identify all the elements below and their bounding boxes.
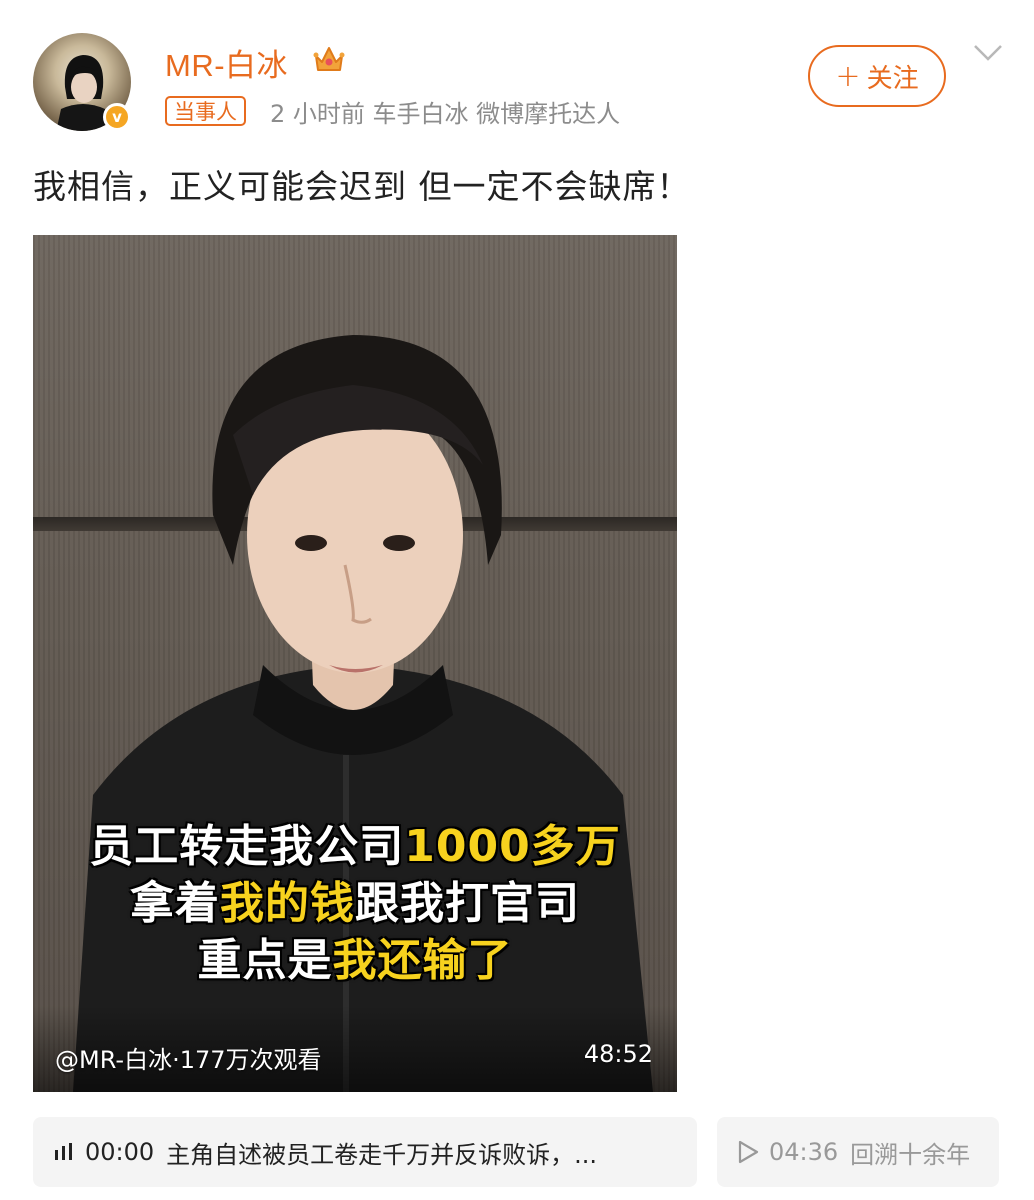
follow-label: 关注 [866, 63, 919, 94]
video-player[interactable]: 员工转走我公司1000多万 拿着我的钱跟我打官司 重点是我还输了 @MR-白冰·… [33, 235, 677, 1092]
chapter-item[interactable]: 04:36 回溯十余年 [717, 1117, 999, 1187]
play-icon [738, 1140, 759, 1164]
verified-badge-icon: v [103, 103, 131, 131]
chapter-title: 回溯十余年 [850, 1140, 971, 1169]
video-author-views: @MR-白冰·177万次观看 [55, 1046, 322, 1074]
username[interactable]: MR-白冰 [165, 40, 288, 85]
video-caption-line: 重点是我还输了 [197, 935, 513, 986]
chapter-time: 04:36 [769, 1138, 839, 1166]
video-caption-line: 员工转走我公司1000多万 [89, 821, 621, 872]
video-caption-line: 拿着我的钱跟我打官司 [130, 878, 580, 929]
chapter-time: 00:00 [85, 1138, 155, 1166]
crown-icon [313, 47, 345, 71]
post-text: 我相信，正义可能会迟到 但一定不会缺席！ [33, 167, 691, 206]
chevron-down-icon[interactable] [972, 42, 1004, 64]
post-meta: 2 小时前 车手白冰 微博摩托达人 [270, 100, 621, 128]
follow-button[interactable]: + 关注 [808, 45, 946, 107]
video-duration: 48:52 [583, 1040, 653, 1068]
chapter-item[interactable]: 00:00 主角自述被员工卷走千万并反诉败诉，... [33, 1117, 697, 1187]
chapter-title: 主角自述被员工卷走千万并反诉败诉，... [166, 1140, 598, 1169]
plus-icon: + [835, 58, 861, 94]
party-tag: 当事人 [165, 96, 246, 126]
playing-bars-icon [55, 1143, 72, 1160]
